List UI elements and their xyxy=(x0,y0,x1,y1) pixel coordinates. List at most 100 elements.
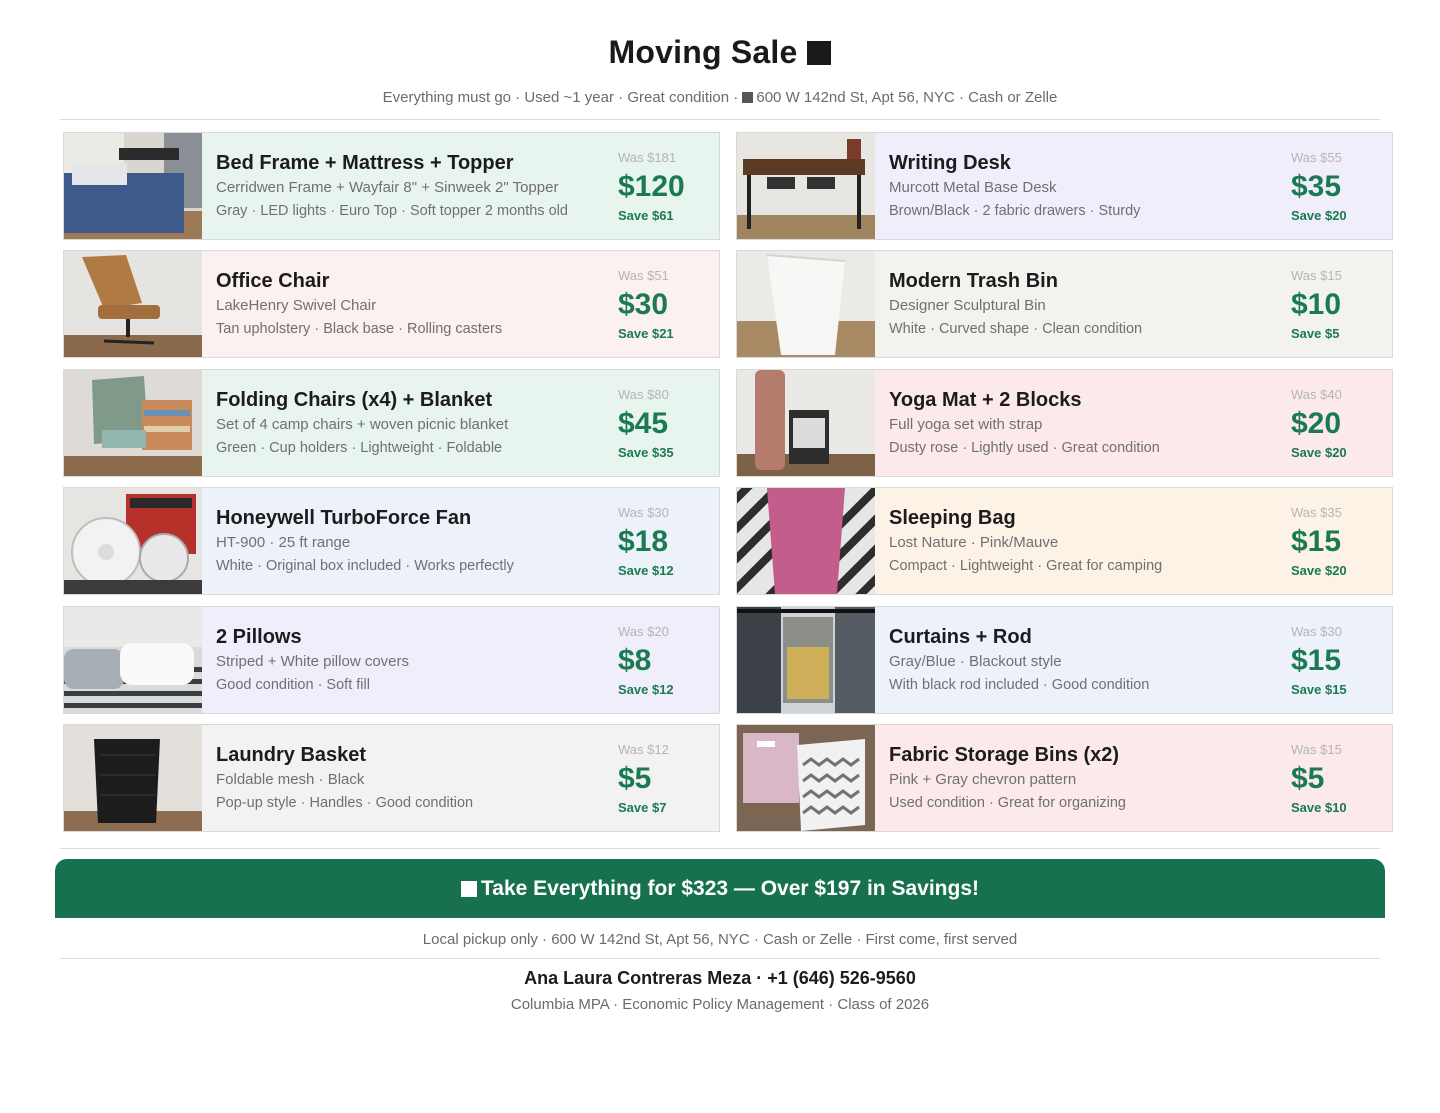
item-savings: Save $12 xyxy=(618,563,674,579)
item-details: Green · Cup holders · Lightweight · Fold… xyxy=(216,439,503,456)
item-details: Dusty rose · Lightly used · Great condit… xyxy=(889,439,1160,456)
item-price: $35 xyxy=(1291,170,1342,203)
item-savings: Save $61 xyxy=(618,208,674,223)
footer-divider xyxy=(60,958,1380,959)
item-original-price: Was $55 xyxy=(1291,150,1342,165)
sleeping-bag-photo xyxy=(737,488,875,595)
item-card: Yoga Mat + 2 Blocks Full yoga set with s… xyxy=(736,368,1393,477)
bundle-banner: Take Everything for $323 — Over $197 in … xyxy=(55,859,1385,918)
item-original-price: Was $35 xyxy=(1291,505,1342,521)
item-price: $20 xyxy=(1291,406,1342,440)
item-original-price: Was $80 xyxy=(618,386,669,402)
item-original-price: Was $40 xyxy=(1291,386,1342,402)
item-savings: Save $10 xyxy=(1291,800,1347,815)
item-details: Gray · LED lights · Euro Top · Soft topp… xyxy=(216,203,568,219)
item-name: Office Chair xyxy=(216,270,330,293)
bed-photo xyxy=(64,133,202,239)
page-title-text: Moving Sale xyxy=(608,34,798,70)
item-original-price: Was $20 xyxy=(618,623,669,639)
item-name: Fabric Storage Bins (x2) xyxy=(889,744,1120,766)
item-details: With black rod included · Good condition xyxy=(889,676,1150,693)
item-name: Honeywell TurboForce Fan xyxy=(216,507,472,530)
item-model: Designer Sculptural Bin xyxy=(889,297,1046,315)
item-savings: Save $35 xyxy=(618,444,674,460)
item-model: Set of 4 camp chairs + woven picnic blan… xyxy=(216,415,509,433)
item-details: White · Curved shape · Clean condition xyxy=(889,321,1143,338)
item-model: Cerridwen Frame + Wayfair 8" + Sinweek 2… xyxy=(216,179,559,196)
grid-divider xyxy=(60,848,1380,849)
item-card: Honeywell TurboForce Fan HT-900 · 25 ft … xyxy=(63,487,720,596)
item-card: Fabric Storage Bins (x2) Pink + Gray che… xyxy=(736,724,1393,832)
subtitle-conditions: Everything must go · Used ~1 year · Grea… xyxy=(382,89,743,106)
desk-photo xyxy=(737,133,875,239)
item-model: Striped + White pillow covers xyxy=(216,652,409,670)
item-details: Compact · Lightweight · Great for campin… xyxy=(889,558,1163,575)
item-details: Pop-up style · Handles · Good condition xyxy=(216,795,474,811)
item-card: Folding Chairs (x4) + Blanket Set of 4 c… xyxy=(63,368,720,477)
folding-chair-photo xyxy=(64,369,202,476)
item-model: Foldable mesh · Black xyxy=(216,771,365,788)
item-name: Modern Trash Bin xyxy=(889,270,1058,293)
item-card: Laundry Basket Foldable mesh · Black Pop… xyxy=(63,724,720,832)
contact-info: Ana Laura Contreras Meza · +1 (646) 526-… xyxy=(524,968,916,988)
header: Moving Sale Everything must go · Used ~1… xyxy=(0,34,1440,106)
item-name: 2 Pillows xyxy=(216,625,302,648)
item-savings: Save $15 xyxy=(1291,681,1347,697)
bundle-banner-text: Take Everything for $323 — Over $197 in … xyxy=(481,877,979,900)
header-divider xyxy=(60,119,1380,120)
item-price: $15 xyxy=(1291,525,1342,559)
item-details: Tan upholstery · Black base · Rolling ca… xyxy=(216,321,503,338)
item-price: $30 xyxy=(618,288,669,322)
storage-bins-photo xyxy=(737,725,875,831)
trash-bin-photo xyxy=(737,251,875,358)
item-card: Bed Frame + Mattress + Topper Cerridwen … xyxy=(63,132,720,240)
item-model: Murcott Metal Base Desk xyxy=(889,179,1057,196)
item-name: Yoga Mat + 2 Blocks xyxy=(889,388,1082,411)
pickup-info: Local pickup only · 600 W 142nd St, Apt … xyxy=(422,931,1018,948)
square-icon xyxy=(807,41,832,65)
item-name: Writing Desk xyxy=(889,152,1011,174)
item-name: Bed Frame + Mattress + Topper xyxy=(216,152,514,174)
item-card: 2 Pillows Striped + White pillow covers … xyxy=(63,605,720,714)
item-model: LakeHenry Swivel Chair xyxy=(216,297,377,315)
item-model: Gray/Blue · Blackout style xyxy=(889,652,1062,670)
item-price: $5 xyxy=(1291,762,1325,795)
school-info: Columbia MPA · Economic Policy Managemen… xyxy=(510,996,930,1013)
item-price: $18 xyxy=(618,525,669,559)
item-model: Pink + Gray chevron pattern xyxy=(889,771,1077,788)
page-subtitle: Everything must go · Used ~1 year · Grea… xyxy=(0,89,1440,106)
item-price: $10 xyxy=(1291,288,1342,322)
item-card: Office Chair LakeHenry Swivel Chair Tan … xyxy=(63,250,720,359)
item-savings: Save $12 xyxy=(618,681,674,697)
item-price: $120 xyxy=(618,170,685,203)
item-savings: Save $20 xyxy=(1291,208,1347,223)
item-savings: Save $20 xyxy=(1291,563,1347,579)
item-original-price: Was $51 xyxy=(618,268,669,284)
page-title: Moving Sale xyxy=(0,34,1440,71)
item-model: Lost Nature · Pink/Mauve xyxy=(889,534,1059,552)
item-original-price: Was $12 xyxy=(618,742,669,757)
item-card: Sleeping Bag Lost Nature · Pink/Mauve Co… xyxy=(736,487,1393,596)
chair-photo xyxy=(64,251,202,358)
item-model: HT-900 · 25 ft range xyxy=(216,534,351,552)
curtains-photo xyxy=(737,606,875,713)
square-icon xyxy=(461,881,477,897)
item-original-price: Was $15 xyxy=(1291,268,1342,284)
item-model: Full yoga set with strap xyxy=(889,415,1043,433)
item-details: Good condition · Soft fill xyxy=(216,676,370,693)
yoga-mat-photo xyxy=(737,369,875,476)
item-savings: Save $20 xyxy=(1291,444,1347,460)
item-savings: Save $5 xyxy=(1291,326,1340,342)
subtitle-address: 600 W 142nd St, Apt 56, NYC · Cash or Ze… xyxy=(756,89,1058,106)
item-card: Writing Desk Murcott Metal Base Desk Bro… xyxy=(736,132,1393,240)
item-savings: Save $7 xyxy=(618,800,667,815)
item-details: Brown/Black · 2 fabric drawers · Sturdy xyxy=(889,203,1141,219)
laundry-basket-photo xyxy=(64,725,202,831)
fan-photo xyxy=(64,488,202,595)
item-name: Sleeping Bag xyxy=(889,507,1016,530)
item-original-price: Was $30 xyxy=(1291,623,1342,639)
item-name: Folding Chairs (x4) + Blanket xyxy=(216,388,493,411)
item-price: $15 xyxy=(1291,643,1342,677)
item-name: Laundry Basket xyxy=(216,744,367,766)
item-price: $45 xyxy=(618,406,669,440)
